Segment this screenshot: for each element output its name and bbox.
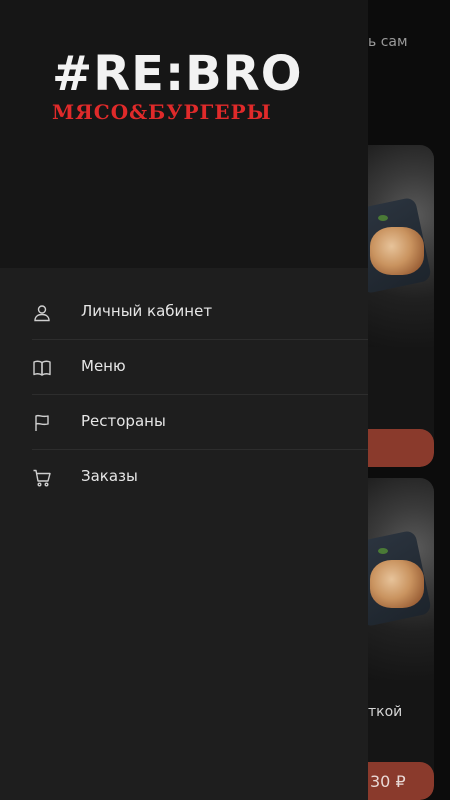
product-title: ткой <box>368 704 403 720</box>
menu-item-menu[interactable]: Меню <box>0 340 368 395</box>
navigation-drawer: #RE:BRO МЯСО&БУРГЕРЫ Личный кабинет Меню… <box>0 0 368 800</box>
menu-item-restaurants[interactable]: Рестораны <box>0 395 368 450</box>
product-image <box>368 478 434 680</box>
product-card[interactable]: ткой 30 ₽ <box>368 478 434 800</box>
brand-logo: #RE:BRO МЯСО&БУРГЕРЫ <box>52 50 322 125</box>
menu-item-orders[interactable]: Заказы <box>0 450 368 505</box>
menu-item-label: Заказы <box>81 467 138 485</box>
menu-item-label: Меню <box>81 357 126 375</box>
menu-item-label: Рестораны <box>81 412 166 430</box>
drawer-menu: Личный кабинет Меню Рестораны Заказы <box>0 285 368 505</box>
drawer-header: #RE:BRO МЯСО&БУРГЕРЫ <box>0 0 368 268</box>
book-icon <box>32 358 52 378</box>
add-to-cart-button[interactable]: 30 ₽ <box>368 762 434 800</box>
user-icon <box>32 303 52 323</box>
product-price: 30 ₽ <box>370 772 406 791</box>
cart-icon <box>32 468 52 488</box>
menu-item-account[interactable]: Личный кабинет <box>0 285 368 340</box>
flag-icon <box>32 413 52 433</box>
product-card[interactable] <box>368 145 434 467</box>
add-to-cart-button[interactable] <box>368 429 434 467</box>
logo-sub-text: МЯСО&БУРГЕРЫ <box>52 100 272 124</box>
background-header-text: ь сам <box>368 34 408 50</box>
logo-main-text: #RE:BRO <box>52 46 303 102</box>
product-image <box>368 145 434 347</box>
menu-item-label: Личный кабинет <box>81 302 213 320</box>
